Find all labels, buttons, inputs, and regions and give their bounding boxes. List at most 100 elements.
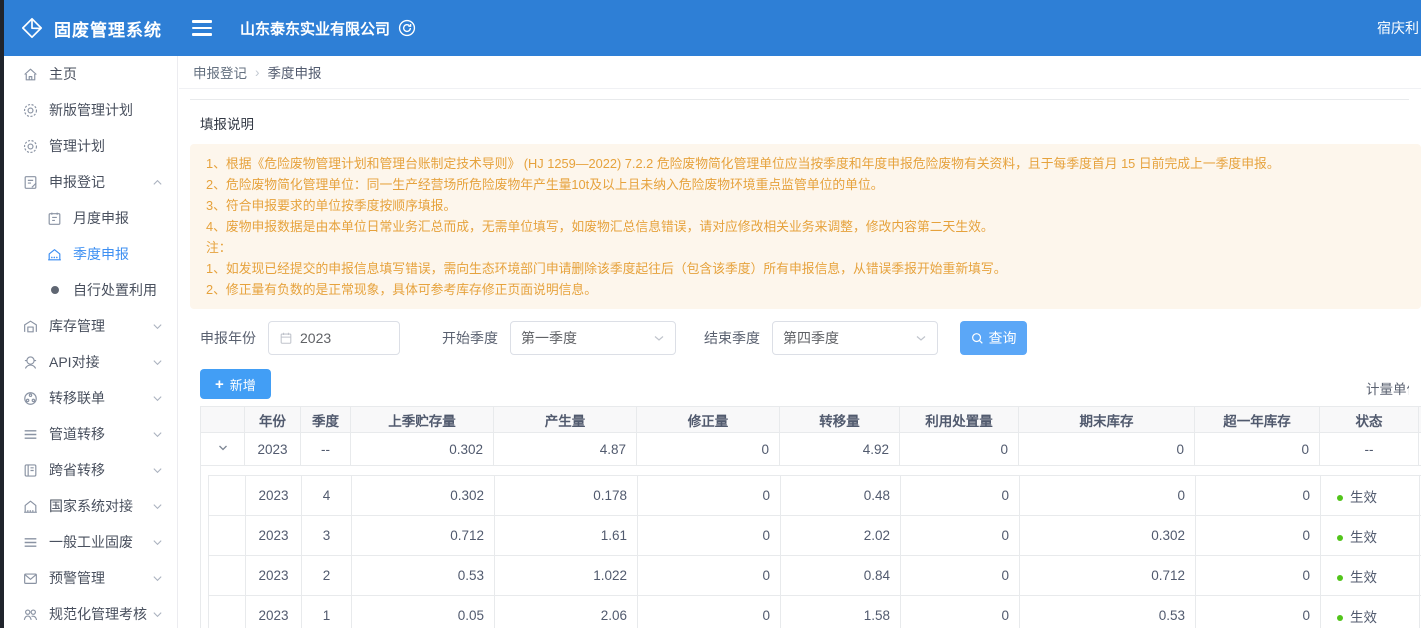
seal-icon — [22, 138, 39, 155]
cell-status: 生效 — [1321, 596, 1420, 628]
table-row[interactable]: 2023 3 0.712 1.61 0 2.02 0 0.302 0 生效 — [209, 516, 1421, 556]
sidebar-item-inventory-management[interactable]: 库存管理 — [4, 308, 177, 344]
building-icon — [46, 246, 63, 263]
chevron-down-icon — [152, 321, 163, 332]
cell-over-one-year: 0 — [1196, 556, 1321, 596]
sidebar-item-cross-province-transfer[interactable]: 跨省转移 — [4, 452, 177, 488]
app-logo-diamond-icon — [20, 16, 44, 40]
detail-table: 2023 4 0.302 0.178 0 0.48 0 0 0 生效 — [208, 475, 1421, 628]
year-input[interactable] — [268, 321, 400, 355]
status-badge: 生效 — [1350, 610, 1377, 625]
notice-box: 1、根据《危险废物管理计划和管理台账制定技术导则》 (HJ 1259—2022)… — [190, 144, 1421, 309]
col-disposed: 利用处置量 — [900, 407, 1019, 433]
status-dot — [1337, 495, 1343, 501]
sidebar-item-declaration-register[interactable]: 申报登记 — [4, 164, 177, 200]
plus-icon: + — [215, 376, 224, 393]
summary-row: 2023 -- 0.302 4.87 0 4.92 0 0 0 -- — [201, 433, 1421, 466]
sidebar-item-label: 跨省转移 — [49, 460, 105, 480]
unit-note: 计量单位：吨 — [1366, 382, 1409, 397]
cell-correction: 0 — [637, 433, 780, 466]
sidebar-item-label: 规范化管理考核 — [49, 604, 147, 624]
sidebar-item-general-industrial-waste[interactable]: 一般工业固废 — [4, 524, 177, 560]
refresh-icon[interactable] — [398, 19, 416, 37]
start-quarter-label: 开始季度 — [442, 328, 498, 348]
end-quarter-label: 结束季度 — [704, 328, 760, 348]
table-row[interactable]: 2023 1 0.05 2.06 0 1.58 0 0.53 0 生效 — [209, 596, 1421, 628]
top-header: 固废管理系统 山东泰东实业有限公司 宿庆利 — [0, 0, 1421, 56]
end-quarter-select[interactable]: 第四季度 — [772, 321, 938, 355]
col-transferred: 转移量 — [780, 407, 900, 433]
cell-generated: 0.178 — [495, 476, 638, 516]
add-button[interactable]: + 新增 — [200, 369, 271, 399]
cell-year: 2023 — [246, 596, 302, 628]
notice-line: 3、符合申报要求的单位按季度按顺序填报。 — [206, 195, 1405, 216]
sidebar-item-transfer-manifest[interactable]: 转移联单 — [4, 380, 177, 416]
sidebar-item-new-management-plan[interactable]: 新版管理计划 — [4, 92, 177, 128]
cell-prev-storage: 0.302 — [352, 476, 495, 516]
sidebar-item-national-system-integration[interactable]: 国家系统对接 — [4, 488, 177, 524]
search-button[interactable]: 查询 — [960, 321, 1027, 355]
sidebar-item-home[interactable]: 主页 — [4, 56, 177, 92]
cell-prev-storage: 0.05 — [352, 596, 495, 628]
table-row[interactable]: 2023 4 0.302 0.178 0 0.48 0 0 0 生效 — [209, 476, 1421, 516]
year-filter-label: 申报年份 — [200, 328, 256, 348]
sidebar-item-management-plan[interactable]: 管理计划 — [4, 128, 177, 164]
notice-line: 4、废物申报数据是由本单位日常业务汇总而成，无需单位填写，如废物汇总信息错误，请… — [206, 216, 1405, 237]
cell-over-one-year: 0 — [1196, 516, 1321, 556]
filter-bar: 申报年份 开始季度 第一季度 结束季度 第四季度 查询 — [200, 321, 1421, 355]
breadcrumb-item[interactable]: 申报登记 — [193, 62, 247, 82]
expand-row-button[interactable] — [201, 433, 245, 466]
home-icon — [22, 66, 39, 83]
chevron-down-icon — [152, 429, 163, 440]
manifest-icon — [22, 390, 39, 407]
cell-disposed: 0 — [900, 433, 1019, 466]
sidebar-item-monthly-declaration[interactable]: 月度申报 — [4, 200, 177, 236]
app-title: 固废管理系统 — [54, 16, 162, 41]
breadcrumb: 申报登记 › 季度申报 — [179, 56, 1421, 89]
cell-status: 生效 — [1321, 476, 1420, 516]
donut-icon — [46, 282, 63, 299]
sidebar-item-self-disposal[interactable]: 自行处置利用 — [4, 272, 177, 308]
sidebar-item-label: 自行处置利用 — [73, 280, 157, 300]
notice-title: 填报说明 — [200, 113, 1421, 133]
cell-transferred: 0.84 — [781, 556, 901, 596]
declare-icon — [22, 174, 39, 191]
start-quarter-value: 第一季度 — [521, 328, 577, 348]
chevron-down-icon — [653, 332, 665, 344]
col-generated: 产生量 — [494, 407, 637, 433]
sidebar-item-label: 一般工业固废 — [49, 532, 133, 552]
table-toolbar: + 新增 计量单位：吨 — [200, 369, 1409, 399]
start-quarter-select[interactable]: 第一季度 — [510, 321, 676, 355]
app-root: 固废管理系统 山东泰东实业有限公司 宿庆利 主页 新版管理计划 管理计划 申报登… — [0, 0, 1421, 628]
sidebar-item-standardization-assessment[interactable]: 规范化管理考核 — [4, 596, 177, 628]
bank-icon — [22, 498, 39, 515]
table-header-row: 年份 季度 上季贮存量 产生量 修正量 转移量 利用处置量 期末库存 超一年库存… — [201, 407, 1421, 433]
cell-status: 生效 — [1321, 516, 1420, 556]
sidebar-item-label: 季度申报 — [73, 244, 129, 264]
status-dot — [1337, 615, 1343, 621]
sidebar-item-api-integration[interactable]: API对接 — [4, 344, 177, 380]
cell-transferred: 4.92 — [780, 433, 900, 466]
cell-ending-stock: 0 — [1019, 433, 1195, 466]
cell-quarter: 4 — [302, 476, 352, 516]
lines-icon — [22, 534, 39, 551]
table-row[interactable]: 2023 2 0.53 1.022 0 0.84 0 0.712 0 生效 — [209, 556, 1421, 596]
sidebar-item-alert-management[interactable]: 预警管理 — [4, 560, 177, 596]
sidebar-item-label: 月度申报 — [73, 208, 129, 228]
cell-disposed: 0 — [901, 596, 1020, 628]
current-user[interactable]: 宿庆利 — [1377, 18, 1421, 38]
sidebar-item-label: 申报登记 — [49, 172, 105, 192]
menu-toggle-icon[interactable] — [192, 20, 212, 36]
cell-status: -- — [1320, 433, 1419, 466]
status-badge: 生效 — [1350, 570, 1377, 585]
col-prev-storage: 上季贮存量 — [351, 407, 494, 433]
seal-icon — [22, 102, 39, 119]
year-input-field[interactable] — [300, 330, 380, 346]
cell-correction: 0 — [638, 516, 781, 556]
book-icon — [22, 462, 39, 479]
sidebar-item-pipeline-transfer[interactable]: 管道转移 — [4, 416, 177, 452]
divider — [190, 99, 1409, 100]
logo-area[interactable]: 固废管理系统 — [0, 16, 178, 41]
cell-over-one-year: 0 — [1196, 596, 1321, 628]
sidebar-item-quarterly-declaration[interactable]: 季度申报 — [4, 236, 177, 272]
